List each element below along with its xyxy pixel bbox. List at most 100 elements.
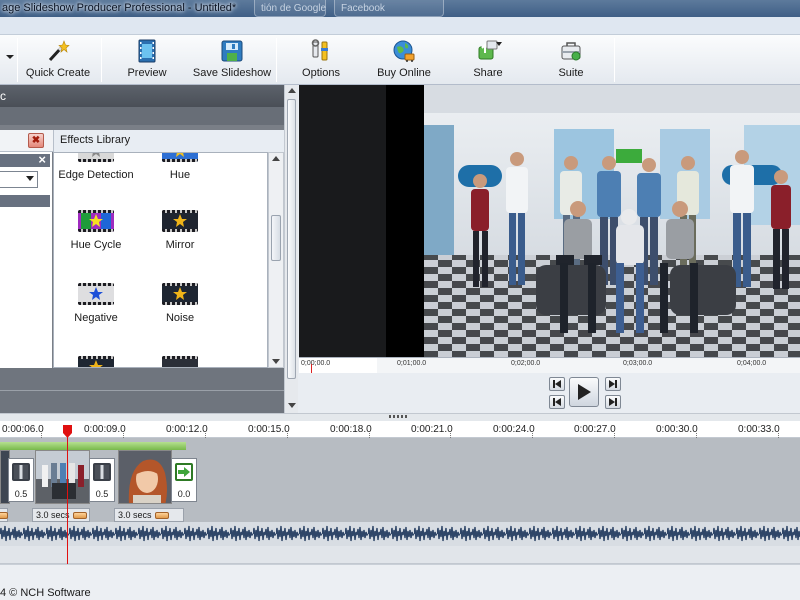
preview-photo: [424, 85, 800, 357]
film-preview-icon: [134, 39, 160, 63]
clip-duration-tag[interactable]: 3.0 secs: [114, 508, 184, 522]
title-bar: age Slideshow Producer Professional - Un…: [0, 0, 800, 17]
timeline-tick-label: 0:00:33.0: [738, 424, 780, 435]
go-start-icon: [553, 398, 561, 406]
effect-item[interactable]: Hue: [140, 153, 220, 181]
effect-item[interactable]: Noise: [140, 283, 220, 324]
app-window: age Slideshow Producer Professional - Un…: [0, 0, 800, 600]
effect-item[interactable]: [56, 356, 136, 367]
toolbar-separator: [17, 38, 18, 82]
panel-header-label: c: [0, 89, 6, 103]
scrollbar-thumb[interactable]: [287, 99, 296, 379]
step-forward-button[interactable]: [605, 377, 621, 391]
scroll-up-arrow-icon[interactable]: [272, 156, 280, 161]
effects-scrollbar[interactable]: [268, 152, 284, 368]
splitter-grip-icon[interactable]: [389, 415, 409, 418]
left-panel-scrollbar[interactable]: [284, 85, 298, 413]
duration-toggle-icon[interactable]: [154, 512, 169, 520]
window-title: age Slideshow Producer Professional - Un…: [2, 2, 237, 14]
toolbar-separator: [101, 38, 102, 82]
letterbox: [386, 85, 424, 357]
panel-header: c: [0, 85, 284, 107]
go-end-button[interactable]: [605, 395, 621, 409]
play-button[interactable]: [569, 377, 599, 407]
toolbar-separator: [614, 38, 615, 82]
transition-marker[interactable]: 0.5: [89, 458, 115, 502]
close-icon[interactable]: ×: [0, 153, 50, 167]
audio-track[interactable]: [0, 522, 800, 546]
left-panel: c ✖ Effects Library × Edge Detection Hue…: [0, 85, 298, 413]
tab-effects-library[interactable]: Effects Library: [53, 130, 284, 152]
effect-item[interactable]: Mirror: [140, 210, 220, 251]
go-end-icon: [609, 398, 617, 406]
panel-divider: [0, 195, 50, 207]
audio-waveform: [0, 522, 800, 546]
close-icon[interactable]: ✖: [28, 133, 44, 148]
transition-duration: 0.5: [14, 489, 28, 499]
scrollbar-thumb[interactable]: [271, 215, 281, 261]
timeline-ruler[interactable]: 0:00:06.0 0:00:09.0 0:00:12.0 0:00:15.0 …: [0, 421, 800, 438]
save-slideshow-icon: [219, 39, 245, 63]
effect-thumbnail: [162, 283, 198, 305]
share-dropdown-icon[interactable]: [496, 42, 502, 46]
timeline-tick-label: 0:00:21.0: [411, 424, 453, 435]
preview-button[interactable]: Preview: [124, 35, 170, 85]
preview-panel: 0;00;00.0 0;01;00.0 0;02;00.0 0;03;00.0 …: [299, 85, 800, 413]
preview-ruler[interactable]: 0;00;00.0 0;01;00.0 0;02;00.0 0;03;00.0 …: [299, 357, 800, 373]
clip-duration-tag[interactable]: [0, 508, 8, 522]
scroll-down-arrow-icon[interactable]: [288, 403, 296, 408]
background-browser-tab: Facebook: [334, 0, 444, 17]
suite-button[interactable]: Suite: [554, 35, 588, 85]
selection-range-bar[interactable]: [0, 442, 186, 450]
timeline-clip[interactable]: [118, 450, 172, 504]
go-start-button[interactable]: [549, 395, 565, 409]
play-icon: [578, 384, 591, 400]
effect-thumbnail: [78, 153, 114, 162]
duration-toggle-icon: [0, 512, 8, 520]
options-button[interactable]: Options: [298, 35, 344, 85]
effect-item[interactable]: Hue Cycle: [56, 210, 136, 251]
empty-track: [0, 546, 800, 564]
status-bar: 4 © NCH Software: [0, 564, 800, 600]
transition-marker[interactable]: 0.0: [171, 458, 197, 502]
save-slideshow-button[interactable]: Save Slideshow: [193, 35, 271, 85]
clip-duration-label: 3.0 secs: [118, 510, 152, 520]
preview-playhead[interactable]: [311, 364, 312, 373]
suite-icon: [558, 39, 584, 63]
clip-duration-tag[interactable]: 3.0 secs: [32, 508, 90, 522]
effect-item[interactable]: Negative: [56, 283, 136, 324]
globe-cart-icon: [391, 39, 417, 63]
playhead-handle-icon[interactable]: [62, 425, 73, 438]
transition-icon: [12, 463, 30, 481]
duration-toggle-icon[interactable]: [72, 512, 87, 520]
step-back-button[interactable]: [549, 377, 565, 391]
effect-thumbnail: [162, 356, 198, 367]
main-toolbar: Quick Create Preview Save Slideshow Opti…: [0, 35, 800, 85]
ruler-tick-label: 0;02;00.0: [511, 360, 541, 367]
scroll-down-arrow-icon[interactable]: [272, 359, 280, 364]
options-tools-icon: [308, 39, 334, 63]
buy-online-button[interactable]: Buy Online: [376, 35, 432, 85]
timeline-tick-label: 0:00:27.0: [574, 424, 616, 435]
share-button[interactable]: Share: [468, 35, 508, 85]
effect-item[interactable]: Edge Detection: [56, 153, 136, 181]
effect-thumbnail: [78, 283, 114, 305]
video-preview: [299, 85, 800, 357]
chevron-down-icon[interactable]: [26, 176, 34, 181]
transition-icon: [93, 463, 111, 481]
ruler-tick-label: 0;00;00.0: [301, 360, 331, 367]
dropdown-arrow-icon[interactable]: [6, 55, 14, 59]
step-back-icon: [553, 380, 561, 388]
quick-create-button[interactable]: Quick Create: [26, 35, 90, 85]
transition-marker[interactable]: 0.5: [8, 458, 34, 502]
ruler-tick-label: 0;03;00.0: [623, 360, 653, 367]
timeline-tick-label: 0:00:06.0: [2, 424, 44, 435]
toolbar-separator: [276, 38, 277, 82]
scroll-up-arrow-icon[interactable]: [288, 88, 296, 93]
timeline-clip[interactable]: [35, 450, 90, 504]
effect-item[interactable]: [140, 356, 220, 367]
panel-divider: [0, 390, 284, 391]
effect-thumbnail: [78, 356, 114, 367]
timeline-tick-label: 0:00:24.0: [493, 424, 535, 435]
timeline-playhead[interactable]: [67, 430, 68, 564]
